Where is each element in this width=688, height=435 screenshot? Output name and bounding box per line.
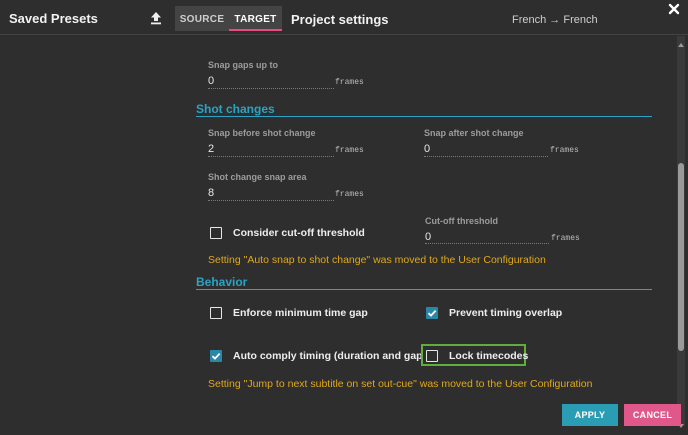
shot-changes-heading: Shot changes xyxy=(196,102,275,116)
cutoff-threshold-checkbox[interactable] xyxy=(210,227,222,239)
cancel-button[interactable]: CANCEL xyxy=(624,404,681,426)
checkmark-icon xyxy=(211,352,221,360)
close-icon[interactable] xyxy=(668,3,680,15)
lock-timecodes-label[interactable]: Lock timecodes xyxy=(449,350,528,362)
enforce-gap-label[interactable]: Enforce minimum time gap xyxy=(233,307,368,319)
language-pair: French → French xyxy=(512,14,598,26)
snap-gaps-input[interactable]: 0 xyxy=(208,75,214,87)
checkmark-icon xyxy=(427,309,437,317)
lock-timecodes-checkbox[interactable] xyxy=(426,350,438,362)
scrollbar-thumb[interactable] xyxy=(678,163,684,351)
snap-before-input[interactable]: 2 xyxy=(208,143,214,155)
tab-target[interactable]: TARGET xyxy=(229,6,282,31)
snap-after-underline xyxy=(424,156,548,157)
prevent-overlap-checkbox[interactable] xyxy=(426,307,438,319)
scroll-up-arrow-icon[interactable] xyxy=(677,36,685,47)
cutoff-threshold-checkbox-label[interactable]: Consider cut-off threshold xyxy=(233,227,365,239)
auto-comply-label[interactable]: Auto comply timing (duration and gap) xyxy=(233,350,426,362)
behavior-divider xyxy=(196,289,652,290)
enforce-gap-checkbox[interactable] xyxy=(210,307,222,319)
source-target-tabs: SOURCE TARGET xyxy=(175,6,282,31)
project-settings-title: Project settings xyxy=(291,12,389,27)
snap-area-input[interactable]: 8 xyxy=(208,187,214,199)
cutoff-threshold-label: Cut-off threshold xyxy=(425,216,498,226)
shot-changes-divider xyxy=(196,116,652,117)
prevent-overlap-label[interactable]: Prevent timing overlap xyxy=(449,307,562,319)
cutoff-threshold-input[interactable]: 0 xyxy=(425,231,431,243)
behavior-notice: Setting "Jump to next subtitle on set ou… xyxy=(208,378,593,390)
snap-gaps-unit: frames xyxy=(335,78,364,87)
saved-presets-title[interactable]: Saved Presets xyxy=(9,11,98,26)
snap-area-label: Shot change snap area xyxy=(208,172,307,182)
cutoff-threshold-unit: frames xyxy=(551,234,580,243)
snap-after-label: Snap after shot change xyxy=(424,128,524,138)
shot-change-notice: Setting "Auto snap to shot change" was m… xyxy=(208,254,546,266)
snap-area-unit: frames xyxy=(335,190,364,199)
auto-comply-checkbox[interactable] xyxy=(210,350,222,362)
snap-gaps-underline xyxy=(208,88,334,89)
cutoff-threshold-underline xyxy=(425,243,549,244)
snap-before-unit: frames xyxy=(335,146,364,155)
snap-after-input[interactable]: 0 xyxy=(424,143,430,155)
tab-source[interactable]: SOURCE xyxy=(175,6,229,31)
behavior-heading: Behavior xyxy=(196,275,248,289)
upload-icon[interactable] xyxy=(149,11,163,25)
snap-gaps-label: Snap gaps up to xyxy=(208,60,279,70)
snap-before-label: Snap before shot change xyxy=(208,128,316,138)
snap-area-underline xyxy=(208,200,334,201)
snap-before-underline xyxy=(208,156,334,157)
snap-after-unit: frames xyxy=(550,146,579,155)
apply-button[interactable]: APPLY xyxy=(562,404,618,426)
